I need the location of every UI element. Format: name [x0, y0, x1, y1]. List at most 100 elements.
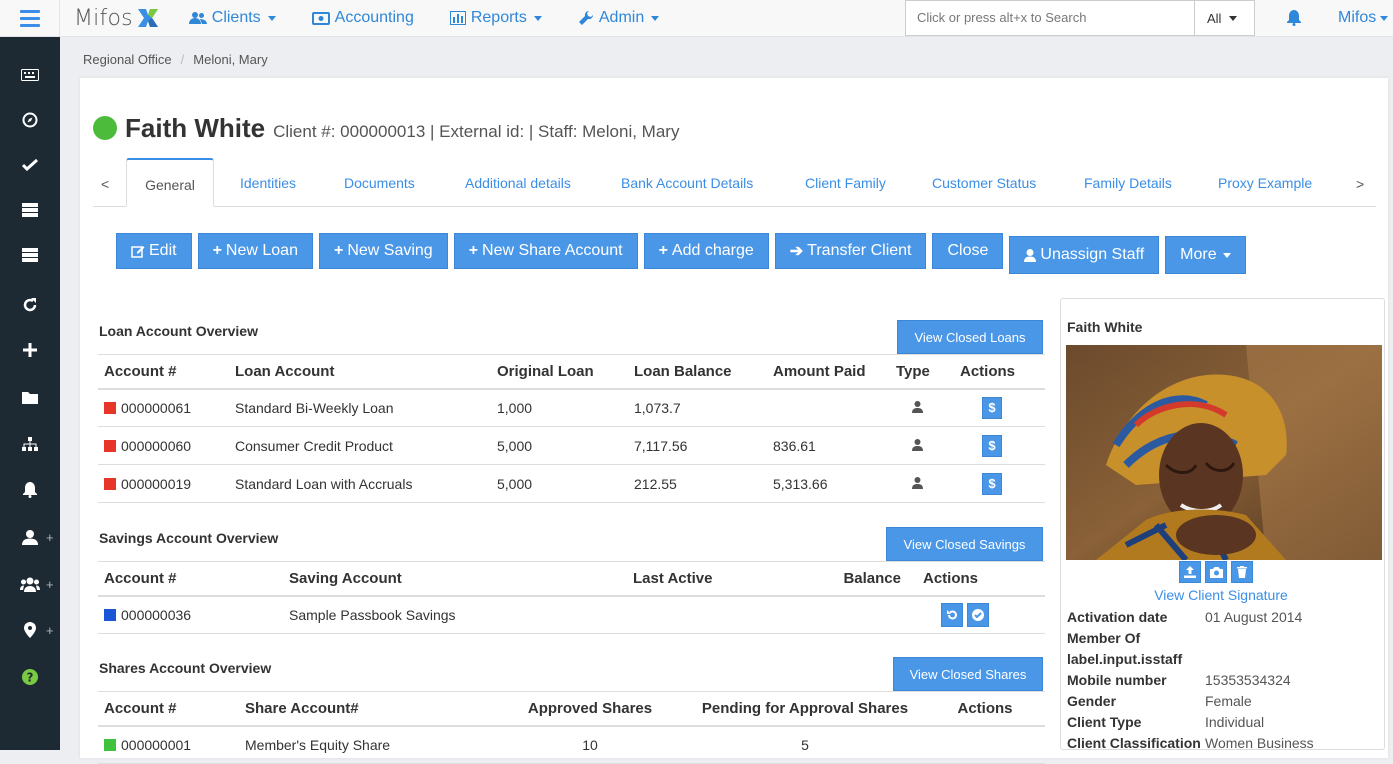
tab-client-family[interactable]: Client Family — [805, 158, 886, 207]
column-header: Actions — [917, 561, 1045, 597]
loan-status-indicator — [104, 439, 116, 452]
user-add-icon[interactable]: + — [0, 517, 60, 557]
user-name: Mifos — [1338, 9, 1377, 26]
bell-icon[interactable] — [0, 470, 60, 510]
nav-admin-label: Admin — [598, 9, 645, 26]
sidebar: + + + ? — [0, 37, 60, 750]
tab-family-details[interactable]: Family Details — [1084, 158, 1172, 207]
table-row[interactable]: 000000001 Member's Equity Share 10 5 — [98, 725, 1045, 764]
column-header: Saving Account — [283, 561, 627, 597]
undo-icon[interactable] — [941, 602, 963, 627]
column-header: Amount Paid — [767, 354, 890, 390]
new-saving-button[interactable]: + New Saving — [318, 233, 448, 269]
user-icon — [1024, 248, 1037, 262]
group-add-icon[interactable]: + — [0, 564, 60, 604]
help-icon[interactable]: ? — [0, 657, 60, 697]
unassign-staff-button[interactable]: Unassign Staff — [1009, 236, 1160, 274]
amount-paid: 5,313.66 — [767, 464, 890, 503]
column-header: Loan Balance — [628, 354, 767, 390]
make-repayment-button[interactable]: $ — [982, 396, 1002, 419]
tab-general[interactable]: General — [126, 158, 214, 207]
nav-accounting[interactable]: Accounting — [311, 9, 414, 27]
new-loan-button[interactable]: + New Loan — [197, 233, 313, 269]
client-status-indicator — [93, 116, 117, 140]
folder-icon[interactable] — [0, 377, 60, 417]
upload-icon[interactable] — [1179, 561, 1201, 583]
map-marker-add-icon[interactable]: + — [0, 610, 60, 650]
client-actions: Edit + New Loan + New Saving + New Share Ac… — [116, 233, 1246, 274]
loan-product: Standard Bi-Weekly Loan — [229, 388, 491, 427]
menu-toggle-icon[interactable] — [0, 0, 60, 37]
checkmark-icon[interactable] — [0, 145, 60, 185]
loan-accounts-table: Account # Loan Account Original Loan Loa… — [98, 354, 1045, 503]
nav-accounting-label: Accounting — [334, 9, 414, 26]
savings-accounts-table: Account # Saving Account Last Active Bal… — [98, 561, 1045, 634]
keyboard-icon[interactable] — [0, 55, 60, 95]
plus-icon: + — [658, 242, 668, 259]
refresh-icon[interactable] — [0, 285, 60, 325]
edit-button[interactable]: Edit — [116, 233, 192, 269]
database-icon[interactable] — [0, 235, 60, 275]
transfer-client-button[interactable]: ➔ Transfer Client — [774, 233, 927, 269]
make-repayment-button[interactable]: $ — [982, 472, 1002, 495]
make-repayment-button[interactable]: $ — [982, 434, 1002, 457]
info-label: Client Type — [1067, 714, 1142, 730]
tab-bank-account-details[interactable]: Bank Account Details — [621, 158, 753, 207]
svg-text:?: ? — [27, 671, 34, 685]
server-icon[interactable] — [0, 190, 60, 230]
nav-clients[interactable]: Clients — [188, 9, 276, 27]
tab-documents[interactable]: Documents — [344, 158, 415, 207]
tabs-scroll-left[interactable]: < — [101, 176, 109, 192]
sitemap-icon[interactable] — [0, 424, 60, 464]
new-share-account-label: New Share Account — [482, 242, 623, 259]
info-label: Gender — [1067, 693, 1117, 709]
amount-paid — [767, 388, 890, 427]
breadcrumb: Regional Office / Meloni, Mary — [83, 52, 268, 67]
column-header: Account # — [98, 354, 229, 390]
column-header: Account # — [98, 691, 239, 727]
photo-tools — [1179, 561, 1253, 583]
trash-icon[interactable] — [1231, 561, 1253, 583]
brand-name: Mifos — [74, 5, 133, 31]
add-charge-button[interactable]: + Add charge — [643, 233, 769, 269]
brand-logo[interactable]: Mifos — [74, 6, 159, 31]
breadcrumb-office[interactable]: Regional Office — [83, 52, 172, 67]
nav-reports[interactable]: Reports — [449, 9, 542, 27]
table-row[interactable]: 000000061 Standard Bi-Weekly Loan 1,000 … — [98, 388, 1045, 427]
compass-icon[interactable] — [0, 100, 60, 140]
view-closed-shares-button[interactable]: View Closed Shares — [893, 657, 1043, 691]
plus-icon[interactable] — [0, 330, 60, 370]
nav-admin[interactable]: Admin — [578, 9, 660, 27]
view-closed-savings-button[interactable]: View Closed Savings — [886, 527, 1043, 561]
table-row[interactable]: 000000019 Standard Loan with Accruals 5,… — [98, 464, 1045, 503]
notifications-bell-icon[interactable] — [1287, 10, 1301, 26]
account-number: 000000036 — [121, 606, 192, 623]
check-circle-icon[interactable] — [967, 602, 989, 627]
close-button[interactable]: Close — [932, 233, 1004, 269]
table-header-row: Account # Loan Account Original Loan Loa… — [98, 354, 1045, 390]
info-value: Women Business — [1205, 735, 1314, 751]
table-row[interactable]: 000000060 Consumer Credit Product 5,000 … — [98, 426, 1045, 465]
table-row[interactable]: 000000036 Sample Passbook Savings — [98, 595, 1045, 634]
client-header: Faith White Client #: 000000013 | Extern… — [93, 113, 679, 144]
view-client-signature-link[interactable]: View Client Signature — [1061, 587, 1381, 603]
tab-identities[interactable]: Identities — [240, 158, 296, 207]
type-cell — [890, 388, 954, 427]
more-dropdown-button[interactable]: More — [1165, 236, 1246, 274]
view-closed-loans-button[interactable]: View Closed Loans — [897, 320, 1043, 354]
new-share-account-button[interactable]: + New Share Account — [453, 233, 638, 269]
column-header: Actions — [925, 691, 1045, 727]
tab-proxy-example[interactable]: Proxy Example — [1218, 158, 1312, 207]
actions-cell: $ — [954, 464, 1045, 503]
search-input[interactable]: Click or press alt+x to Search — [905, 0, 1195, 36]
column-header: Actions — [954, 354, 1045, 390]
client-photo[interactable] — [1066, 345, 1382, 560]
tab-customer-status[interactable]: Customer Status — [932, 158, 1036, 207]
tab-additional-details[interactable]: Additional details — [465, 158, 571, 207]
search-scope-select[interactable]: All — [1195, 0, 1255, 36]
account-number-cell: 000000060 — [98, 426, 229, 465]
camera-icon[interactable] — [1205, 561, 1227, 583]
column-header: Approved Shares — [495, 691, 685, 727]
user-menu[interactable]: Mifos — [1338, 9, 1389, 27]
tabs-scroll-right[interactable]: > — [1356, 176, 1364, 192]
